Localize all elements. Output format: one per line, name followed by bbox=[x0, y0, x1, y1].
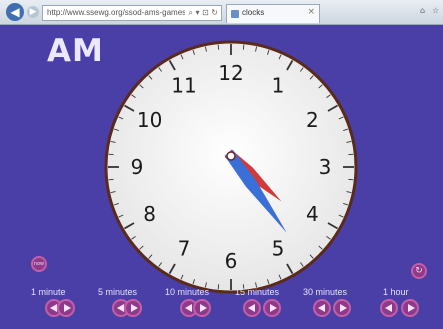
minute-tick bbox=[348, 153, 354, 156]
clock-number-9: 9 bbox=[131, 155, 144, 179]
left-arrow-icon bbox=[185, 304, 192, 312]
step-label-15-minutes: 15 minutes bbox=[235, 287, 280, 297]
clock-number-6: 6 bbox=[225, 249, 238, 273]
clock-number-4: 4 bbox=[306, 202, 319, 226]
left-arrow-icon bbox=[318, 304, 325, 312]
clock-number-2: 2 bbox=[306, 108, 319, 132]
step-10-minutes-forward-button[interactable] bbox=[193, 299, 211, 317]
minute-tick bbox=[348, 178, 354, 181]
step-30-minutes-back-button[interactable] bbox=[313, 299, 331, 317]
step-1-minute-forward-button[interactable] bbox=[57, 299, 75, 317]
step-1-hour-forward-button[interactable] bbox=[401, 299, 419, 317]
clock-center-pin bbox=[226, 151, 236, 161]
reset-icon[interactable]: ↻ bbox=[411, 263, 427, 279]
step-30-minutes-forward-button[interactable] bbox=[333, 299, 351, 317]
step-label-30-minutes: 30 minutes bbox=[303, 287, 348, 297]
step-label-10-minutes: 10 minutes bbox=[165, 287, 210, 297]
minute-tick bbox=[108, 178, 114, 181]
clock-number-1: 1 bbox=[272, 74, 285, 98]
step-15-minutes-back-button[interactable] bbox=[243, 299, 261, 317]
right-arrow-icon bbox=[200, 304, 207, 312]
right-arrow-icon bbox=[408, 304, 415, 312]
clock-number-12: 12 bbox=[218, 61, 243, 85]
right-arrow-icon bbox=[64, 304, 71, 312]
step-1-hour-back-button[interactable] bbox=[380, 299, 398, 317]
left-arrow-icon bbox=[385, 304, 392, 312]
analog-clock[interactable]: 121234567891011 bbox=[0, 0, 443, 329]
clock-number-7: 7 bbox=[178, 236, 191, 260]
minute-tick bbox=[217, 284, 220, 290]
step-5-minutes-forward-button[interactable] bbox=[124, 299, 142, 317]
step-15-minutes-forward-button[interactable] bbox=[263, 299, 281, 317]
step-label-1-hour: 1 hour bbox=[383, 287, 409, 297]
clock-number-3: 3 bbox=[319, 155, 332, 179]
minute-tick bbox=[108, 153, 114, 156]
left-arrow-icon bbox=[117, 304, 124, 312]
step-label-1-minute: 1 minute bbox=[31, 287, 66, 297]
clock-number-5: 5 bbox=[272, 236, 285, 260]
minute-tick bbox=[217, 44, 220, 50]
clock-number-10: 10 bbox=[137, 108, 162, 132]
right-arrow-icon bbox=[270, 304, 277, 312]
left-arrow-icon bbox=[50, 304, 57, 312]
step-label-5-minutes: 5 minutes bbox=[98, 287, 138, 297]
right-arrow-icon bbox=[340, 304, 347, 312]
clock-number-8: 8 bbox=[143, 202, 156, 226]
now-button[interactable]: now bbox=[31, 256, 47, 272]
left-arrow-icon bbox=[248, 304, 255, 312]
minute-tick bbox=[242, 44, 245, 50]
clock-number-11: 11 bbox=[171, 74, 196, 98]
right-arrow-icon bbox=[131, 304, 138, 312]
